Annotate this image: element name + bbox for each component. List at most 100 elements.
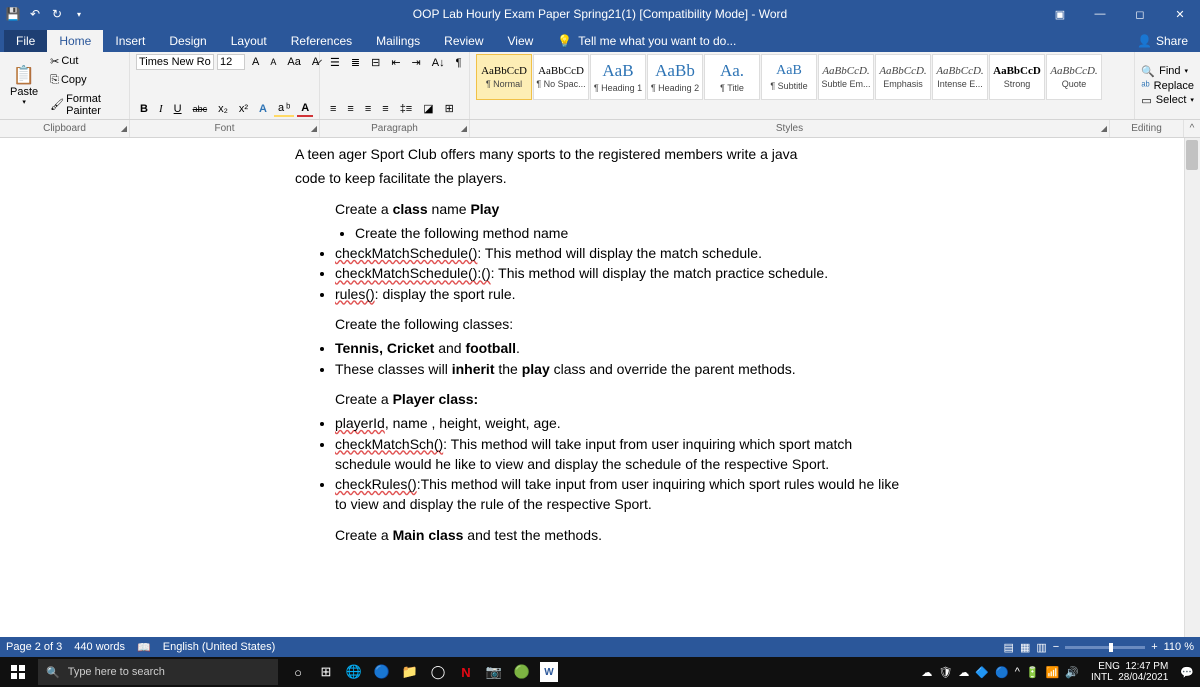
justify-icon[interactable]: ≡ <box>378 101 392 117</box>
numbering-icon[interactable]: ≣ <box>347 54 364 71</box>
web-layout-icon[interactable]: ▥ <box>1036 641 1046 654</box>
superscript-button[interactable]: x² <box>235 101 252 117</box>
cut-button[interactable]: ✂Cut <box>46 53 123 70</box>
bullets-icon[interactable]: ☰ <box>326 54 344 71</box>
font-size-select[interactable] <box>217 54 245 70</box>
replace-button[interactable]: ᵃᵇReplace <box>1141 80 1194 92</box>
app-icon[interactable]: 🟢 <box>512 662 532 682</box>
save-icon[interactable]: 💾 <box>6 7 20 21</box>
ribbon-display-icon[interactable]: ▣ <box>1040 0 1080 28</box>
tray-shield-icon[interactable]: 🛡 <box>938 666 952 679</box>
clipboard-expand-icon[interactable]: ◢ <box>121 124 127 133</box>
align-left-icon[interactable]: ≡ <box>326 101 340 117</box>
select-button[interactable]: ▭Select ▾ <box>1141 94 1194 107</box>
tray-chevron-up-icon[interactable]: ^ <box>1015 666 1020 678</box>
style---title[interactable]: Aa.¶ Title <box>704 54 760 100</box>
line-spacing-icon[interactable]: ‡≡ <box>396 101 417 117</box>
zoom-slider[interactable] <box>1065 646 1145 649</box>
style---normal[interactable]: AaBbCcD¶ Normal <box>476 54 532 100</box>
tab-references[interactable]: References <box>279 30 364 52</box>
style-strong[interactable]: AaBbCcDStrong <box>989 54 1045 100</box>
paste-button[interactable]: 📋 Paste ▾ <box>6 54 42 117</box>
tab-home[interactable]: Home <box>47 30 103 52</box>
tell-me-search[interactable]: 💡 Tell me what you want to do... <box>545 30 748 52</box>
word-icon[interactable]: W <box>540 662 558 682</box>
italic-button[interactable]: I <box>155 101 167 117</box>
chrome-icon[interactable]: 🌐 <box>344 662 364 682</box>
text-effects-icon[interactable]: A <box>255 101 271 117</box>
find-button[interactable]: 🔍Find ▾ <box>1141 65 1194 78</box>
notifications-icon[interactable]: 💬 <box>1180 666 1194 679</box>
tab-layout[interactable]: Layout <box>219 30 279 52</box>
bold-button[interactable]: B <box>136 101 152 117</box>
spellcheck-icon[interactable]: 📖 <box>137 641 151 654</box>
inc-indent-icon[interactable]: ⇥ <box>408 54 425 71</box>
pilcrow-icon[interactable]: ¶ <box>452 55 466 71</box>
tray-wifi-icon[interactable]: 📶 <box>1046 666 1060 679</box>
subscript-button[interactable]: x₂ <box>214 101 232 117</box>
tab-file[interactable]: File <box>4 30 47 52</box>
word-count[interactable]: 440 words <box>74 641 125 653</box>
netflix-icon[interactable]: N <box>456 662 476 682</box>
tray-clock[interactable]: ENG 12:47 PM INTL 28/04/2021 <box>1085 661 1174 683</box>
tray-volume-icon[interactable]: 🔊 <box>1065 666 1079 679</box>
tray-battery-icon[interactable]: 🔋 <box>1026 666 1040 679</box>
font-expand-icon[interactable]: ◢ <box>311 124 317 133</box>
style---heading-2[interactable]: AaBb¶ Heading 2 <box>647 54 703 100</box>
print-layout-icon[interactable]: ▦ <box>1020 641 1030 654</box>
taskbar-search[interactable]: 🔍 Type here to search <box>38 659 278 685</box>
camera-icon[interactable]: 📷 <box>484 662 504 682</box>
minimize-icon[interactable]: — <box>1080 0 1120 28</box>
explorer-icon[interactable]: 📁 <box>400 662 420 682</box>
strike-button[interactable]: abc <box>189 102 212 116</box>
underline-button[interactable]: U <box>170 101 186 117</box>
style---heading-1[interactable]: AaB¶ Heading 1 <box>590 54 646 100</box>
highlight-button[interactable]: aᵇ <box>274 100 294 117</box>
paragraph-expand-icon[interactable]: ◢ <box>461 124 467 133</box>
vertical-scrollbar[interactable] <box>1184 138 1200 637</box>
font-color-button[interactable]: A <box>297 100 313 117</box>
qat-more-icon[interactable]: ▾ <box>72 7 86 21</box>
font-name-select[interactable] <box>136 54 214 70</box>
tab-mailings[interactable]: Mailings <box>364 30 432 52</box>
align-right-icon[interactable]: ≡ <box>361 101 375 117</box>
zoom-out-icon[interactable]: − <box>1053 641 1059 653</box>
style-emphasis[interactable]: AaBbCcD.Emphasis <box>875 54 931 100</box>
task-view-icon[interactable]: ⊞ <box>316 662 336 682</box>
maximize-icon[interactable]: ◻ <box>1120 0 1160 28</box>
borders-icon[interactable]: ⊞ <box>441 100 458 117</box>
tray-onedrive-icon[interactable]: ☁ <box>958 666 969 679</box>
multilevel-icon[interactable]: ⊟ <box>367 54 384 71</box>
zoom-in-icon[interactable]: + <box>1151 641 1157 653</box>
close-icon[interactable]: ✕ <box>1160 0 1200 28</box>
tab-insert[interactable]: Insert <box>103 30 157 52</box>
align-center-icon[interactable]: ≡ <box>343 101 357 117</box>
tab-view[interactable]: View <box>496 30 546 52</box>
tab-design[interactable]: Design <box>157 30 218 52</box>
scrollbar-thumb[interactable] <box>1186 140 1198 170</box>
tray-app-icon[interactable]: 🔷 <box>975 666 989 679</box>
dec-indent-icon[interactable]: ⇤ <box>387 54 404 71</box>
change-case-button[interactable]: Aa <box>283 54 304 70</box>
tab-review[interactable]: Review <box>432 30 495 52</box>
document-page[interactable]: A teen ager Sport Club offers many sport… <box>245 138 955 637</box>
edge-icon[interactable]: 🔵 <box>372 662 392 682</box>
share-button[interactable]: 👤 Share <box>1125 30 1200 52</box>
redo-icon[interactable]: ↻ <box>50 7 64 21</box>
sort-icon[interactable]: A↓ <box>428 55 449 71</box>
style-intense-e---[interactable]: AaBbCcD.Intense E... <box>932 54 988 100</box>
style-subtle-em---[interactable]: AaBbCcD.Subtle Em... <box>818 54 874 100</box>
read-mode-icon[interactable]: ▤ <box>1004 641 1014 654</box>
format-painter-button[interactable]: 🖌Format Painter <box>46 91 123 119</box>
shading-icon[interactable]: ◪ <box>419 100 437 117</box>
styles-expand-icon[interactable]: ◢ <box>1101 124 1107 133</box>
page-indicator[interactable]: Page 2 of 3 <box>6 641 62 653</box>
grow-font-icon[interactable]: A <box>248 54 263 70</box>
collapse-ribbon-icon[interactable]: ^ <box>1190 123 1195 134</box>
zoom-level[interactable]: 110 % <box>1164 641 1194 653</box>
tray-bluetooth-icon[interactable]: 🔵 <box>995 666 1009 679</box>
cortana-icon[interactable]: ○ <box>288 662 308 682</box>
undo-icon[interactable]: ↶ <box>28 7 42 21</box>
copy-button[interactable]: ⎘Copy <box>46 72 123 89</box>
start-button[interactable] <box>0 657 36 687</box>
